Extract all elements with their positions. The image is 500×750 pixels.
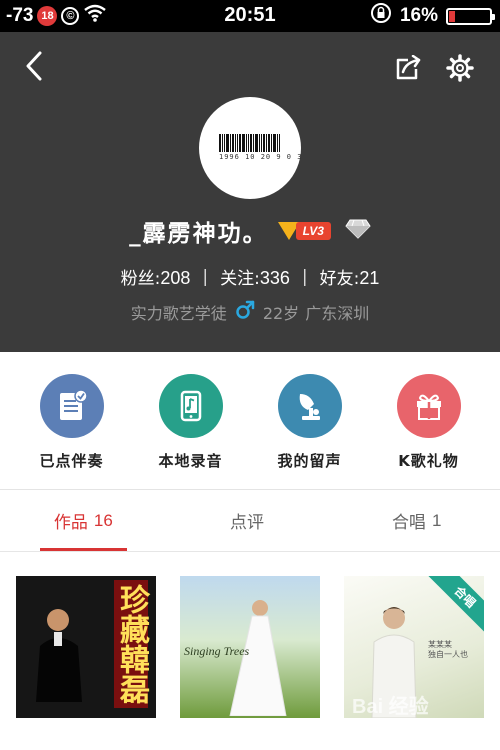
work-cover[interactable]: Singing Trees [180, 576, 320, 718]
cover-text: 某某某 独自一人也 [428, 640, 468, 660]
share-icon [396, 55, 421, 80]
gear-icon [446, 54, 474, 82]
status-right: 16% [370, 0, 495, 32]
gift-icon [396, 374, 461, 438]
barcode-bar [222, 134, 223, 152]
barcode-digits: 1996 10 20 9 0 3 [219, 153, 303, 161]
battery-fill [449, 10, 455, 22]
settings-button[interactable] [440, 48, 480, 88]
action-label: 我的留声 [277, 452, 342, 470]
action-label: K歌礼物 [398, 452, 459, 470]
stat-value: 208 [160, 268, 191, 288]
name-row: _霹雳神功。 LV3 [0, 214, 500, 248]
stat-value: 336 [259, 268, 290, 288]
barcode-bar [250, 134, 252, 152]
battery-icon [446, 7, 495, 25]
stats-row: 粉丝:208 | 关注:336 | 好友:21 [0, 264, 500, 290]
avatar[interactable]: 1996 10 20 9 0 3 [199, 97, 301, 199]
tab-label: 合唱 [391, 513, 426, 533]
diamond-icon[interactable] [345, 219, 371, 243]
user-info-row: 实力歌艺学徒 22岁 广东深圳 [0, 300, 500, 324]
tab-works[interactable]: 作品 16 [0, 490, 167, 551]
barcode-bar [271, 134, 272, 152]
stat-label: 好友: [319, 269, 360, 289]
barcode-bar [242, 134, 245, 152]
action-selected-accompaniment[interactable]: 已点伴奏 [17, 352, 127, 489]
barcode-bar [263, 134, 265, 152]
list-check-icon [39, 374, 104, 438]
stat-separator: | [202, 266, 209, 287]
user-age: 22岁 [262, 304, 300, 323]
stat-label: 关注: [220, 269, 260, 289]
status-bar: -73 18 © 20:51 16% [0, 0, 500, 32]
cover-title: Singing Trees [184, 644, 250, 658]
user-location: 广东深圳 [305, 304, 370, 323]
tab-count: 16 [93, 510, 113, 530]
singer-figure-image [36, 609, 82, 702]
work-cover[interactable]: 珍藏韓磊 [16, 576, 156, 718]
gramophone-icon [277, 374, 342, 438]
barcode-bar [253, 134, 254, 152]
phone-music-icon [158, 374, 223, 438]
barcode-bar [230, 134, 231, 152]
battery-percent: 16% [399, 5, 438, 26]
share-button[interactable] [388, 48, 428, 88]
action-k-song-gifts[interactable]: K歌礼物 [374, 352, 484, 489]
action-label: 本地录音 [158, 452, 223, 470]
barcode-bar [273, 134, 276, 152]
barcode-bar [224, 134, 225, 152]
tab-reviews[interactable]: 点评 [167, 490, 334, 551]
avatar-barcode-image: 1996 10 20 9 0 3 [219, 134, 303, 162]
barcode-bar [279, 134, 280, 152]
tab-label: 点评 [230, 513, 264, 533]
barcode-bar [255, 134, 258, 152]
user-title: 实力歌艺学徒 [130, 304, 227, 323]
stat-fans[interactable]: 粉丝:208 [121, 264, 191, 289]
barcode-bar [219, 134, 221, 152]
back-chevron-icon [26, 51, 42, 81]
male-gender-icon [235, 300, 255, 324]
tab-count: 1 [431, 510, 442, 530]
stat-value: 21 [359, 268, 380, 288]
barcode-bar [226, 134, 229, 152]
barcode-bar [268, 134, 270, 152]
stat-following[interactable]: 关注:336 [220, 264, 290, 289]
back-button[interactable] [14, 46, 54, 86]
stat-friends[interactable]: 好友:21 [320, 264, 380, 289]
watermark: Bai 经验 [352, 696, 429, 718]
tab-duets[interactable]: 合唱 1 [333, 490, 500, 551]
tab-label: 作品 [53, 513, 88, 533]
barcode-bar [239, 134, 241, 152]
content-tabs: 作品 16 点评 合唱 1 [0, 490, 500, 552]
barcode-bar [259, 134, 260, 152]
rotation-lock-icon [370, 2, 392, 30]
barcode-bar [248, 134, 249, 152]
barcode-bar [246, 134, 247, 152]
barcode-bar [277, 134, 278, 152]
level-badge[interactable]: LV3 [277, 221, 331, 241]
duet-ribbon: 合唱 [425, 576, 484, 637]
stat-label: 粉丝: [120, 269, 161, 289]
action-label: 已点伴奏 [39, 452, 104, 470]
action-local-recording[interactable]: 本地录音 [136, 352, 246, 489]
profile-header: 1996 10 20 9 0 3 _霹雳神功。 LV3 粉丝:208 | 关注:… [0, 32, 500, 352]
action-grid: 已点伴奏 本地录音 我的留声 K歌礼物 [0, 352, 500, 490]
barcode-bar [237, 134, 238, 152]
barcode-bar [232, 134, 234, 152]
barcode-bar [266, 134, 267, 152]
action-my-recordings[interactable]: 我的留声 [255, 352, 365, 489]
user-name: _霹雳神功。 [129, 221, 268, 247]
barcode-bar [261, 134, 262, 152]
works-grid: 珍藏韓磊 Singing Trees 某某某 独自一人也 合唱 [0, 552, 500, 750]
stat-separator: | [301, 266, 308, 287]
cover-title: 珍藏韓磊 [114, 580, 149, 708]
level-label: LV3 [295, 222, 331, 240]
barcode-bar [235, 134, 236, 152]
